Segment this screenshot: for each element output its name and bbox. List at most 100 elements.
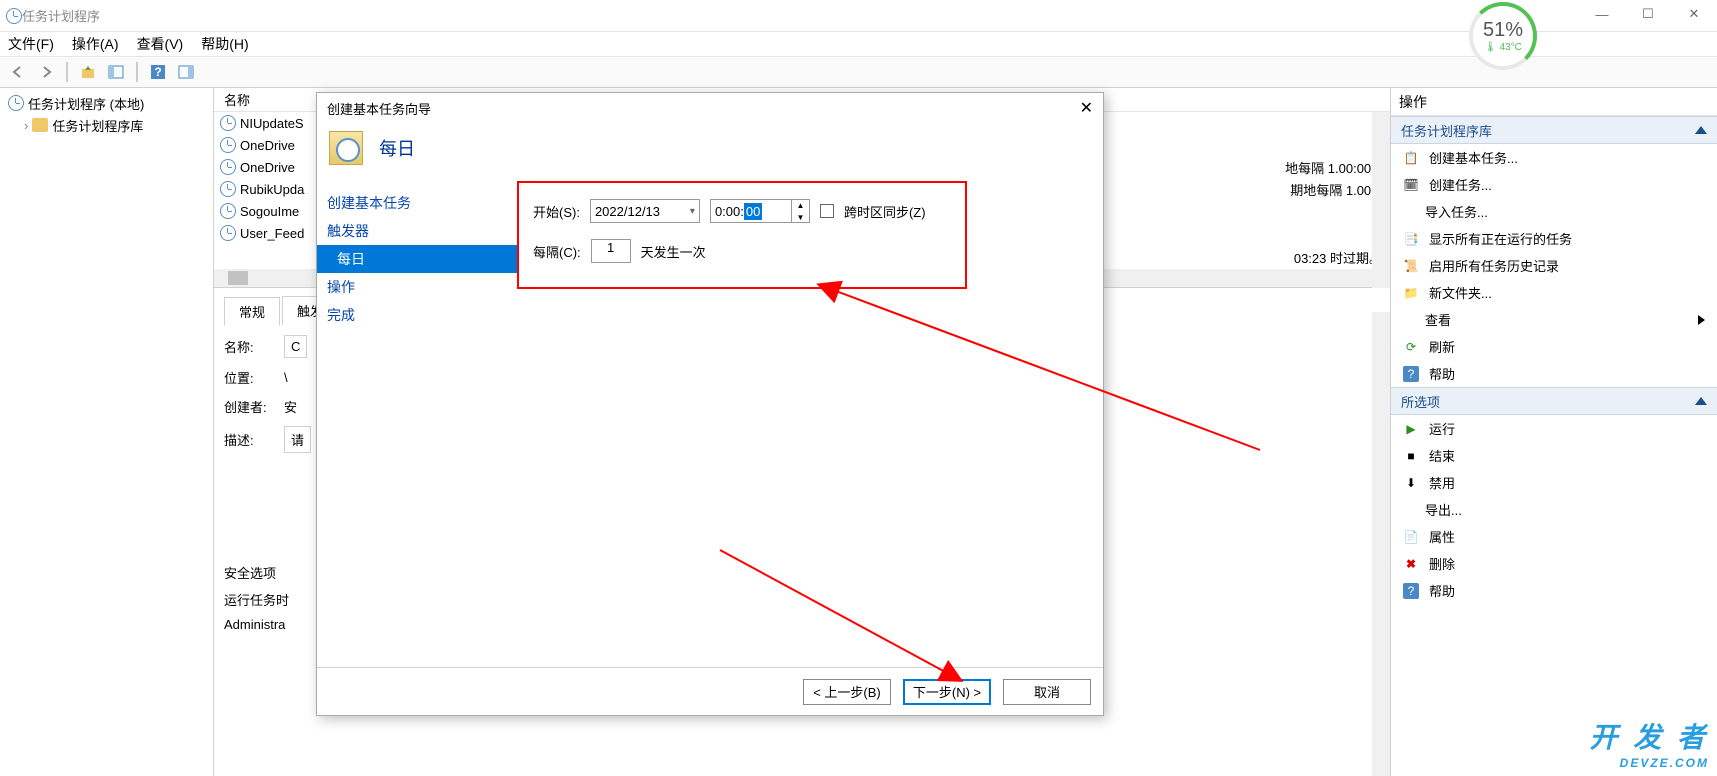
desc-label: 描述: bbox=[224, 430, 274, 449]
panel2-icon[interactable] bbox=[174, 60, 198, 84]
back-button[interactable]: < 上一步(B) bbox=[803, 679, 891, 705]
collapse-icon bbox=[1695, 126, 1707, 134]
toolbar-separator bbox=[136, 62, 138, 82]
perf-temp: 🌡 43°C bbox=[1484, 42, 1522, 53]
action-properties[interactable]: 📄属性 bbox=[1391, 523, 1717, 550]
tree-library[interactable]: › 任务计划程序库 bbox=[4, 114, 209, 136]
cancel-button[interactable]: 取消 bbox=[1003, 679, 1091, 705]
clock-icon bbox=[220, 225, 236, 241]
action-view[interactable]: 查看 bbox=[1391, 306, 1717, 333]
author-value: 安 bbox=[284, 397, 297, 416]
menu-action[interactable]: 操作(A) bbox=[72, 34, 119, 54]
wizard-body: 创建基本任务 触发器 每日 操作 完成 开始(S): 2022/12/13▾ 0… bbox=[317, 181, 1103, 681]
action-import-task[interactable]: 导入任务... bbox=[1391, 198, 1717, 225]
wizard-nav-trigger[interactable]: 触发器 bbox=[317, 217, 517, 245]
action-export[interactable]: 导出... bbox=[1391, 496, 1717, 523]
actions-group-library[interactable]: 任务计划程序库 bbox=[1391, 116, 1717, 144]
task-icon: 🗓 bbox=[1403, 177, 1419, 193]
nav-back-button[interactable] bbox=[6, 60, 30, 84]
annotation-highlight-box bbox=[517, 181, 967, 289]
disable-icon: ⬇ bbox=[1403, 475, 1419, 491]
wizard-nav-finish[interactable]: 完成 bbox=[317, 301, 517, 329]
folder-icon: 📁 bbox=[1403, 285, 1419, 301]
folder-icon bbox=[32, 118, 48, 132]
name-label: 名称: bbox=[224, 337, 274, 356]
clock-icon bbox=[220, 203, 236, 219]
action-help[interactable]: ?帮助 bbox=[1391, 577, 1717, 604]
delete-icon: ✖ bbox=[1403, 556, 1419, 572]
menu-view[interactable]: 查看(V) bbox=[137, 34, 184, 54]
action-end[interactable]: ■结束 bbox=[1391, 442, 1717, 469]
stop-icon: ■ bbox=[1403, 448, 1419, 464]
create-basic-task-wizard: 创建基本任务向导 ✕ 每日 创建基本任务 触发器 每日 操作 完成 开始(S):… bbox=[316, 92, 1104, 716]
vertical-scrollbar[interactable] bbox=[1372, 112, 1390, 288]
wizard-titlebar: 创建基本任务向导 ✕ bbox=[317, 93, 1103, 123]
time-picker[interactable]: 0:00:00 ▲▼ bbox=[710, 199, 810, 223]
clock-icon bbox=[220, 181, 236, 197]
performance-overlay: 51% 🌡 43°C bbox=[1469, 2, 1537, 70]
wizard-nav-create[interactable]: 创建基本任务 bbox=[317, 189, 517, 217]
tab-general[interactable]: 常规 bbox=[224, 297, 280, 326]
menu-file[interactable]: 文件(F) bbox=[8, 34, 54, 54]
actions-group-selected[interactable]: 所选项 bbox=[1391, 387, 1717, 415]
collapse-icon bbox=[1695, 397, 1707, 405]
action-refresh[interactable]: ⟳刷新 bbox=[1391, 333, 1717, 360]
wizard-content: 开始(S): 2022/12/13▾ 0:00:00 ▲▼ 跨时区同步(Z) 每… bbox=[517, 181, 1103, 681]
name-field[interactable]: C bbox=[284, 335, 307, 358]
clock-icon bbox=[220, 115, 236, 131]
refresh-icon: ⟳ bbox=[1403, 339, 1419, 355]
desc-field[interactable]: 请 bbox=[284, 426, 311, 453]
up-icon[interactable] bbox=[76, 60, 100, 84]
time-spinner[interactable]: ▲▼ bbox=[791, 199, 809, 223]
nav-forward-button[interactable] bbox=[34, 60, 58, 84]
properties-icon: 📄 bbox=[1403, 529, 1419, 545]
window-controls: — ☐ ✕ bbox=[1579, 0, 1717, 28]
toolbar-separator bbox=[66, 62, 68, 82]
clock-icon bbox=[220, 159, 236, 175]
actions-header: 操作 bbox=[1391, 88, 1717, 116]
tree-library-label: 任务计划程序库 bbox=[52, 116, 143, 135]
play-icon: ▶ bbox=[1403, 421, 1419, 437]
app-icon bbox=[6, 8, 22, 24]
action-create-task[interactable]: 🗓创建任务... bbox=[1391, 171, 1717, 198]
help-icon: ? bbox=[1403, 583, 1419, 599]
actions-panel: 操作 任务计划程序库 📋创建基本任务... 🗓创建任务... 导入任务... 📑… bbox=[1391, 88, 1717, 776]
perf-percent: 51% bbox=[1483, 19, 1523, 42]
window-title: 任务计划程序 bbox=[22, 6, 1711, 25]
action-show-running[interactable]: 📑显示所有正在运行的任务 bbox=[1391, 225, 1717, 252]
action-disable[interactable]: ⬇禁用 bbox=[1391, 469, 1717, 496]
next-button[interactable]: 下一步(N) > bbox=[903, 679, 991, 705]
menu-bar: 文件(F) 操作(A) 查看(V) 帮助(H) bbox=[0, 32, 1717, 56]
wizard-step-title: 每日 bbox=[379, 135, 415, 161]
window-titlebar: 任务计划程序 bbox=[0, 0, 1717, 32]
task-icon: 📋 bbox=[1403, 150, 1419, 166]
clock-icon bbox=[8, 95, 24, 111]
author-label: 创建者: bbox=[224, 397, 274, 416]
history-icon: 📜 bbox=[1403, 258, 1419, 274]
trigger-text: 地每隔 1.00:00:0 bbox=[1285, 158, 1382, 177]
action-enable-history[interactable]: 📜启用所有任务历史记录 bbox=[1391, 252, 1717, 279]
panel-icon[interactable] bbox=[104, 60, 128, 84]
wizard-title-text: 创建基本任务向导 bbox=[327, 99, 431, 118]
maximize-button[interactable]: ☐ bbox=[1625, 0, 1671, 28]
wizard-nav-daily[interactable]: 每日 bbox=[317, 245, 517, 273]
tree-root[interactable]: 任务计划程序 (本地) bbox=[4, 92, 209, 114]
action-delete[interactable]: ✖删除 bbox=[1391, 550, 1717, 577]
action-help[interactable]: ?帮助 bbox=[1391, 360, 1717, 387]
chevron-right-icon bbox=[1698, 315, 1705, 325]
action-run[interactable]: ▶运行 bbox=[1391, 415, 1717, 442]
minimize-button[interactable]: — bbox=[1579, 0, 1625, 28]
action-new-folder[interactable]: 📁新文件夹... bbox=[1391, 279, 1717, 306]
action-create-basic-task[interactable]: 📋创建基本任务... bbox=[1391, 144, 1717, 171]
toolbar: ? bbox=[0, 56, 1717, 88]
vertical-scrollbar[interactable] bbox=[1372, 312, 1390, 776]
watermark: 开 发 者 DEVZE.COM bbox=[1589, 716, 1709, 770]
wizard-nav-action[interactable]: 操作 bbox=[317, 273, 517, 301]
wizard-icon bbox=[329, 131, 363, 165]
menu-help[interactable]: 帮助(H) bbox=[201, 34, 248, 54]
help-icon[interactable]: ? bbox=[146, 60, 170, 84]
tree-panel: 任务计划程序 (本地) › 任务计划程序库 bbox=[0, 88, 214, 776]
wizard-close-button[interactable]: ✕ bbox=[1080, 98, 1093, 118]
close-button[interactable]: ✕ bbox=[1671, 0, 1717, 28]
wizard-header: 每日 bbox=[317, 123, 1103, 181]
